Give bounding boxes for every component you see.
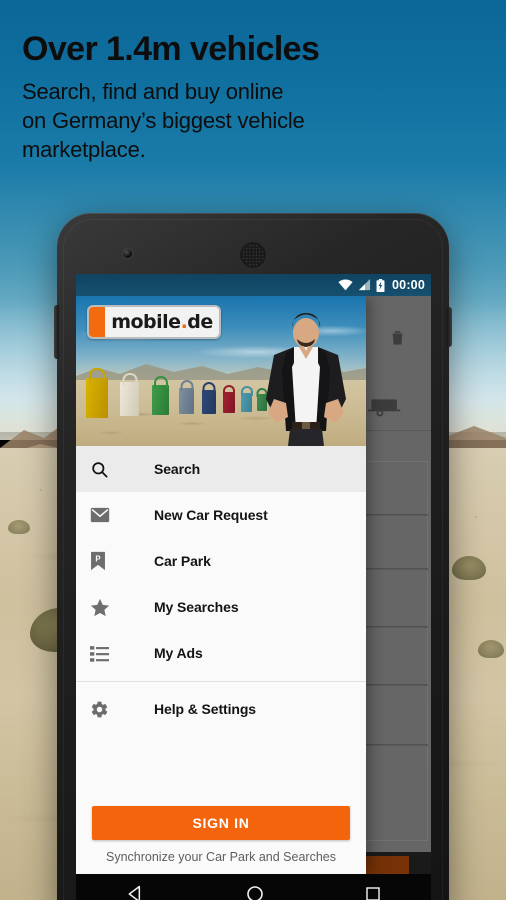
drawer-divider (76, 681, 366, 682)
promo-headline: Over 1.4m vehicles Search, find and buy … (22, 30, 422, 164)
background-app-divider (364, 568, 428, 570)
background-app-divider (364, 744, 428, 746)
bag-yellow (86, 368, 108, 418)
background-app-action-button[interactable] (364, 856, 409, 874)
background-shrub (8, 520, 30, 534)
drawer-item-my-ads[interactable]: My Ads (76, 630, 366, 676)
phone-screen: mobile.de Search New Car Request P Car P… (76, 274, 431, 874)
promo-subtitle-line-2: on Germany’s biggest vehicle (22, 108, 305, 134)
front-camera-icon (123, 249, 132, 258)
drawer-item-label: My Ads (154, 645, 203, 661)
background-shrub (452, 556, 486, 580)
bag-white (120, 373, 139, 416)
trailer-icon (368, 399, 401, 417)
logo-text-main: mobile (111, 311, 181, 333)
promo-title: Over 1.4m vehicles (22, 30, 320, 68)
battery-charging-icon (376, 278, 385, 292)
bag-green (152, 376, 169, 415)
bag-gray (179, 380, 194, 414)
drawer-spacer (76, 732, 366, 796)
drawer-item-my-searches[interactable]: My Searches (76, 584, 366, 630)
drawer-item-label: New Car Request (154, 507, 268, 523)
wifi-icon (338, 279, 353, 291)
sync-note: Synchronize your Car Park and Searches (106, 850, 336, 864)
sign-in-button-label: SIGN IN (192, 815, 250, 831)
background-app-divider (364, 626, 428, 628)
background-app-divider (364, 684, 428, 686)
phone-device: mobile.de Search New Car Request P Car P… (54, 213, 452, 900)
search-icon (90, 460, 124, 479)
promo-screenshot: Over 1.4m vehicles Search, find and buy … (0, 0, 506, 900)
drawer-item-car-park[interactable]: P Car Park (76, 538, 366, 584)
drawer-item-label: My Searches (154, 599, 239, 615)
back-triangle-icon[interactable] (126, 884, 146, 900)
logo-accent-bar (89, 307, 105, 337)
drawer-item-help-settings[interactable]: Help & Settings (76, 686, 366, 732)
earpiece-speaker-icon (238, 240, 268, 270)
model-photo (266, 313, 346, 446)
bag-navy (202, 382, 216, 414)
drawer-item-label: Car Park (154, 553, 211, 569)
drawer-header: mobile.de (76, 296, 366, 446)
gear-icon (90, 700, 124, 719)
envelope-icon (90, 507, 124, 523)
background-app-card (364, 461, 428, 841)
signal-icon (358, 279, 371, 291)
background-app-divider (364, 514, 428, 516)
star-icon (90, 598, 124, 617)
promo-subtitle-line-3: marketplace. (22, 137, 146, 163)
drawer-item-search[interactable]: Search (76, 446, 366, 492)
status-bar-time: 00:00 (392, 278, 425, 292)
background-shrub (478, 640, 504, 658)
home-circle-icon[interactable] (245, 884, 265, 900)
drawer-item-label: Help & Settings (154, 701, 256, 717)
sign-in-button[interactable]: SIGN IN (92, 806, 350, 840)
logo-text: mobile.de (105, 311, 219, 333)
volume-button[interactable] (54, 305, 59, 359)
status-bar-icons (338, 278, 385, 292)
promo-subtitle-line-1: Search, find and buy online (22, 79, 284, 105)
trash-icon (392, 331, 403, 345)
bag-teal (240, 386, 253, 412)
android-nav-bar (76, 874, 431, 900)
bookmark-parking-icon: P (90, 551, 124, 571)
drawer-menu: Search New Car Request P Car Park My Sea… (76, 446, 366, 874)
power-button[interactable] (447, 307, 452, 347)
drawer-item-new-car-request[interactable]: New Car Request (76, 492, 366, 538)
promo-subtitle: Search, find and buy online on Germany’s… (22, 77, 422, 164)
bag-red (223, 385, 235, 413)
svg-text:P: P (95, 554, 100, 563)
navigation-drawer: mobile.de Search New Car Request P Car P… (76, 296, 366, 874)
mobile-de-logo: mobile.de (87, 305, 221, 339)
list-icon (90, 645, 124, 662)
logo-text-suffix: de (187, 311, 213, 333)
drawer-item-label: Search (154, 461, 201, 477)
recents-square-icon[interactable] (364, 885, 382, 900)
status-bar: 00:00 (76, 274, 431, 296)
